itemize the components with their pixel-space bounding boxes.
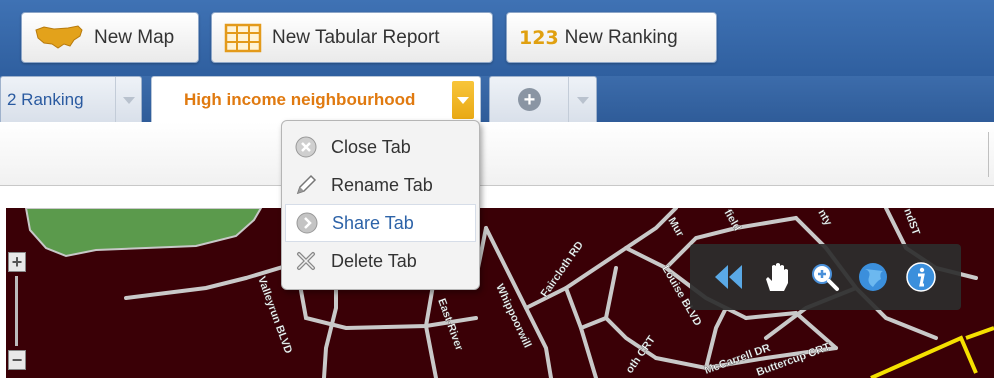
tab-ranking-dropdown[interactable] [115, 77, 141, 123]
tab-active-dropdown[interactable] [452, 81, 474, 119]
menu-item-label: Close Tab [331, 136, 411, 157]
tab-active-label: High income neighbourhood [184, 90, 416, 109]
menu-item-share-tab[interactable]: Share Tab [285, 204, 476, 242]
pencil-icon [293, 172, 319, 198]
spacer [0, 187, 994, 208]
map-tools-panel [690, 244, 961, 310]
street-label: ndST [901, 208, 922, 237]
tab-content-toolbar [0, 122, 994, 186]
chevron-down-icon [457, 96, 469, 104]
globe-icon[interactable] [856, 260, 890, 294]
street-label: nty [815, 208, 834, 229]
magnifier-plus-icon[interactable] [808, 260, 842, 294]
new-ranking-button[interactable]: 123 New Ranking [506, 12, 717, 63]
zoom-in-button[interactable]: + [8, 252, 26, 272]
table-grid-icon [224, 23, 262, 53]
new-tabular-report-button[interactable]: New Tabular Report [211, 12, 493, 63]
new-ranking-label: New Ranking [564, 26, 678, 48]
street-label: Whippoorwill [493, 282, 533, 350]
info-icon[interactable] [904, 260, 938, 294]
new-tabular-report-label: New Tabular Report [272, 26, 440, 48]
zoom-slider[interactable] [15, 276, 18, 346]
tab-ranking[interactable]: 2 Ranking [0, 76, 142, 123]
new-map-button[interactable]: New Map [21, 12, 199, 63]
divider [988, 132, 989, 177]
add-tab-dropdown[interactable] [568, 77, 596, 123]
menu-item-label: Share Tab [332, 212, 414, 233]
ranking-123-icon: 123 [519, 26, 559, 49]
top-toolbar: New Map New Tabular Report 123 New Ranki… [0, 0, 994, 76]
close-circle-icon [293, 134, 319, 160]
menu-item-rename-tab[interactable]: Rename Tab [285, 166, 476, 204]
zoom-control: + − [6, 250, 28, 378]
tab-high-income-neighbourhood[interactable]: High income neighbourhood [151, 76, 481, 123]
usa-map-icon [34, 24, 84, 52]
tab-ranking-label: 2 Ranking [7, 90, 84, 109]
chevron-down-icon [576, 96, 589, 104]
plus-icon[interactable]: + [518, 88, 541, 111]
menu-item-delete-tab[interactable]: Delete Tab [285, 242, 476, 280]
add-tab[interactable]: + [489, 76, 597, 123]
menu-item-label: Delete Tab [331, 250, 417, 271]
double-arrow-left-icon[interactable] [712, 260, 746, 294]
new-map-label: New Map [94, 26, 175, 48]
menu-item-close-tab[interactable]: Close Tab [285, 128, 476, 166]
zoom-out-button[interactable]: − [8, 350, 26, 370]
chevron-down-icon [122, 96, 135, 104]
delete-x-icon [293, 248, 319, 274]
hand-icon[interactable] [760, 260, 794, 294]
tab-context-menu: Close Tab Rename Tab Share Tab Delete Ta… [281, 120, 480, 290]
share-arrow-icon [294, 210, 320, 236]
tab-bar: 2 Ranking High income neighbourhood + [0, 76, 994, 123]
menu-item-label: Rename Tab [331, 174, 433, 195]
street-label: Mur [665, 216, 686, 240]
